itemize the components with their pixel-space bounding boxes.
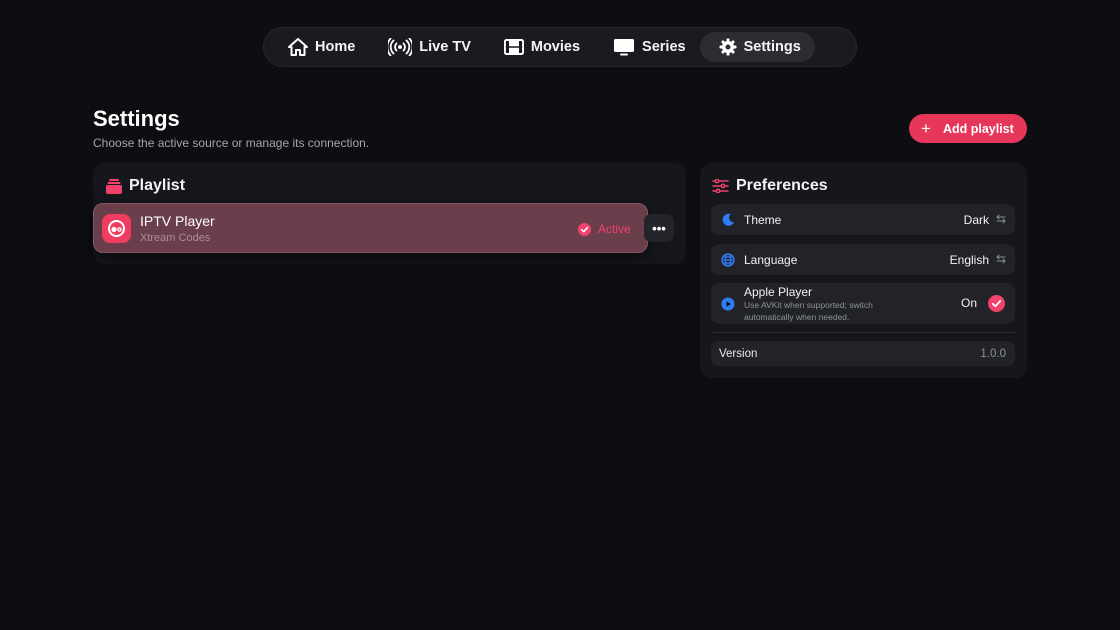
add-playlist-label: Add playlist <box>942 121 1014 136</box>
sliders-icon <box>712 179 729 193</box>
version-label: Version <box>719 348 758 360</box>
apple-player-label: Apple Player <box>744 285 813 299</box>
version-row: Version 1.0.0 <box>711 341 1015 366</box>
apple-player-row[interactable]: Apple Player Use AVKit when supported; s… <box>711 283 1015 324</box>
playlist-name: IPTV Player <box>140 213 215 229</box>
playlist-type: Xtream Codes <box>140 232 211 244</box>
play-circle-icon <box>720 296 736 312</box>
theme-label: Theme <box>744 213 782 227</box>
nav-movies[interactable]: Movies <box>485 32 594 62</box>
nav-series-label: Series <box>642 39 686 55</box>
nav-home-label: Home <box>315 39 356 55</box>
more-options-button[interactable]: ••• <box>644 214 674 242</box>
nav-movies-label: Movies <box>530 39 581 55</box>
nav-home[interactable]: Home <box>269 32 369 62</box>
language-value: English <box>949 253 989 267</box>
top-nav: Home Live TV Movies Series Settings <box>263 27 857 67</box>
preferences-title: Preferences <box>736 177 828 194</box>
playlist-item[interactable]: IPTV Player Xtream Codes Active <box>93 203 648 253</box>
apple-player-value: On <box>960 296 977 310</box>
playlist-header: Playlist <box>106 177 185 195</box>
theme-row[interactable]: Theme Dark ⇆ <box>711 204 1015 235</box>
divider <box>711 332 1015 333</box>
active-label: Active <box>598 222 631 236</box>
globe-icon <box>720 252 736 268</box>
iptv-app-icon <box>102 214 131 243</box>
add-playlist-button[interactable]: + Add playlist <box>909 114 1027 143</box>
stack-icon <box>106 178 122 194</box>
language-label: Language <box>744 253 798 267</box>
moon-icon <box>720 212 736 228</box>
swap-icon: ⇆ <box>995 212 1006 226</box>
version-value: 1.0.0 <box>980 348 1006 360</box>
plus-icon: + <box>921 118 931 138</box>
playlist-title: Playlist <box>129 177 186 194</box>
ellipsis-icon: ••• <box>652 220 666 236</box>
page-title: Settings <box>93 106 180 131</box>
preferences-header: Preferences <box>712 177 828 195</box>
apple-player-description: Use AVKit when supported; switch automat… <box>744 300 873 322</box>
theme-value: Dark <box>963 213 989 227</box>
language-row[interactable]: Language English ⇆ <box>711 244 1015 275</box>
broadcast-icon <box>388 38 413 56</box>
page-subtitle: Choose the active source or manage its c… <box>93 136 370 150</box>
nav-live-tv[interactable]: Live TV <box>369 32 485 62</box>
preferences-card: Preferences Theme Dark ⇆ Language Englis… <box>700 163 1027 378</box>
film-icon <box>503 39 524 55</box>
check-circle-icon <box>578 222 591 236</box>
playlist-card: Playlist IPTV Player Xtream Codes Active <box>93 163 686 264</box>
nav-settings[interactable]: Settings <box>699 32 815 62</box>
tv-icon <box>614 39 635 56</box>
active-badge: Active <box>578 222 631 236</box>
nav-settings-label: Settings <box>743 39 801 55</box>
swap-icon: ⇆ <box>995 252 1006 266</box>
gear-icon <box>719 38 737 56</box>
home-icon <box>288 38 308 56</box>
nav-series[interactable]: Series <box>594 32 700 62</box>
check-circle-icon[interactable] <box>988 295 1005 317</box>
nav-live-tv-label: Live TV <box>419 39 471 55</box>
